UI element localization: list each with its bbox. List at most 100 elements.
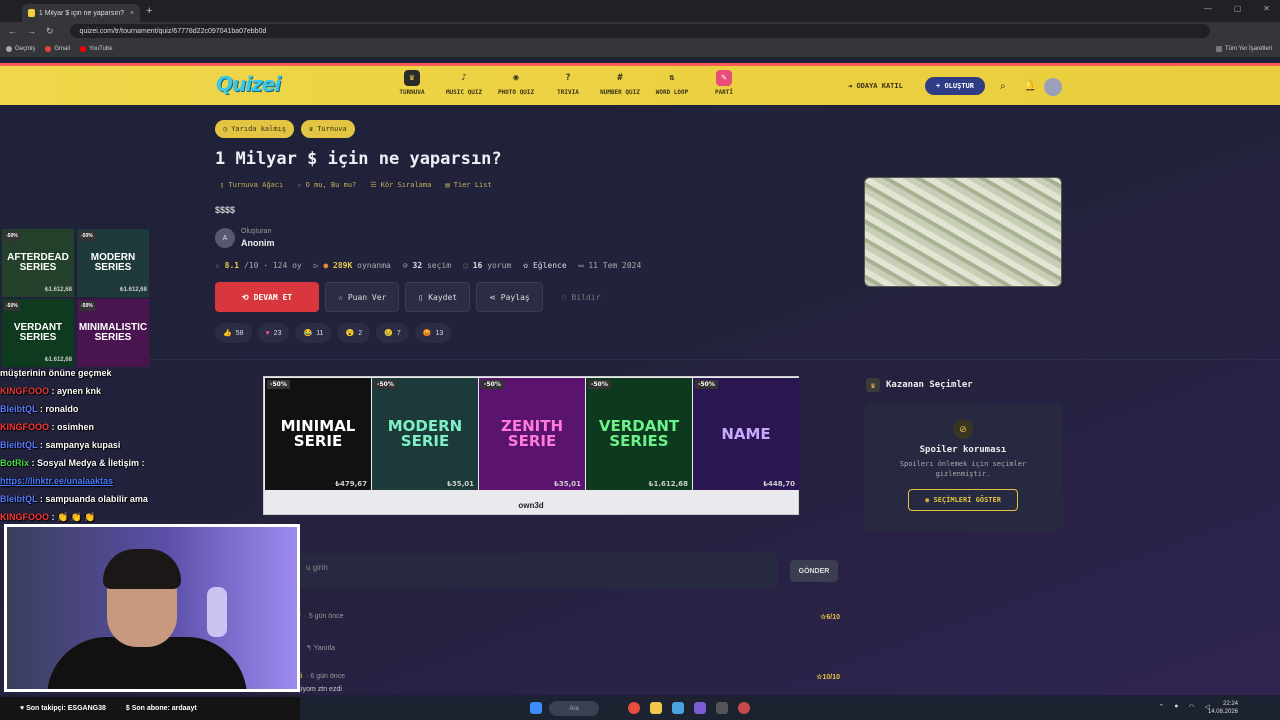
rate-button[interactable]: ☆ Puan Ver [325, 282, 400, 312]
back-icon[interactable]: ← [8, 26, 17, 36]
reaction-laugh[interactable]: 😂 11 [295, 323, 332, 343]
favicon-icon [28, 9, 35, 17]
nav-word-loop[interactable]: ⇅ WORD LOOP [646, 70, 698, 96]
reply-link[interactable]: ↰ Yanıtla [296, 644, 848, 652]
all-bookmarks[interactable]: Tüm Yer İşaretleri [1215, 45, 1272, 52]
chevron-up-icon[interactable]: ⌃ [1158, 703, 1164, 711]
new-tab-button[interactable]: + [146, 5, 152, 17]
comments-stat: ◌ 16 yorum [463, 261, 512, 270]
maximize-icon[interactable]: ▢ [1234, 4, 1242, 13]
youtube-icon [80, 45, 87, 52]
ad-product[interactable]: -50% VERDANT SERIES ₺1.612,68 [586, 378, 692, 490]
discount-badge: -50% [79, 301, 95, 311]
nav-label: PHOTO QUIZ [497, 89, 535, 96]
close-window-icon[interactable]: ✕ [1263, 4, 1270, 13]
minimize-icon[interactable]: — [1204, 4, 1212, 13]
bookmark-gmail[interactable]: Gmail [45, 45, 70, 52]
link-this-or-that[interactable]: ☆ O mu, Bu mu? [297, 181, 356, 189]
comment-input[interactable]: u girin [296, 553, 778, 589]
chat-text: : sampuanda olabilir ama [39, 494, 148, 504]
chat-message: BotRix : Sosyal Medya & İletişim : [0, 454, 205, 472]
mic-icon[interactable]: ● [1174, 703, 1178, 711]
nav-trivia[interactable]: ? TRIVIA [542, 70, 594, 96]
taskbar-search[interactable]: Ara [549, 701, 599, 716]
link-tier-list[interactable]: ▤ Tier List [445, 181, 491, 189]
camera-icon: ◉ [513, 73, 519, 83]
start-icon[interactable] [530, 702, 542, 714]
overlay-tile: -50% AFTERDEAD SERIES ₺1.612,68 [2, 229, 74, 297]
rating-stat: ☆ 8.1 /10 · 124 oy [215, 261, 302, 270]
ad-product[interactable]: -50% ZENITH SERIE ₺35,01 [479, 378, 585, 490]
browser-tab[interactable]: 1 Milyar $ için ne yaparsın? - Tur × [22, 4, 140, 22]
chrome-icon[interactable] [628, 702, 640, 714]
app-icon[interactable] [672, 702, 684, 714]
folder-icon[interactable] [650, 702, 662, 714]
reaction-love[interactable]: ♥ 23 [257, 323, 290, 343]
link-blind-ranking[interactable]: ☰ Kör Sıralama [370, 181, 431, 189]
ad-product[interactable]: -50% MODERN SERIE ₺35,01 [372, 378, 478, 490]
search-icon[interactable]: ⌕ [1000, 81, 1006, 92]
badge-label: Turnuva [317, 125, 347, 133]
streamer-hair [103, 549, 181, 589]
nav-tournament[interactable]: ♛ TURNUVA [386, 70, 438, 96]
history-icon [6, 45, 12, 52]
share-button[interactable]: ⋖ Paylaş [476, 282, 543, 312]
forward-icon[interactable]: → [27, 26, 36, 36]
bookmark-label: YouTube [89, 45, 113, 52]
chat-message: BleibtQL : ronaldo [0, 400, 205, 418]
reaction-sad[interactable]: 😢 7 [376, 323, 409, 343]
reaction-like[interactable]: 👍 58 [215, 323, 252, 343]
tab-title: 1 Milyar $ için ne yaparsın? - Tur [38, 9, 126, 17]
url-input[interactable]: quizei.com/tr/tournament/quiz/67778d22c0… [69, 24, 1210, 38]
join-room-link[interactable]: ⇥ ODAYA KATIL [848, 82, 903, 90]
chat-message: BleibtQL : sampuanda olabilir ama [0, 490, 205, 508]
comment-score: ☆6/10 [820, 614, 840, 621]
discord-icon[interactable] [694, 702, 706, 714]
nav-number-quiz[interactable]: # NUMBER QUIZ [594, 70, 646, 96]
creator-name[interactable]: Anonim [241, 238, 275, 248]
product-price: ₺479,67 [335, 480, 367, 488]
heart-icon: ♥ [265, 329, 270, 337]
record-icon[interactable] [738, 702, 750, 714]
bookmark-label: Geçmiş [15, 45, 36, 52]
obs-icon[interactable] [716, 702, 728, 714]
tile-name: AFTERDEAD SERIES [7, 252, 69, 273]
show-choices-button[interactable]: ◉ SEÇİMLERİ GÖSTER [908, 489, 1018, 511]
bell-icon[interactable]: 🔔 [1024, 81, 1036, 92]
user-avatar[interactable] [1044, 78, 1062, 96]
nav-music-quiz[interactable]: ♪ MUSIC QUIZ [438, 70, 490, 96]
music-note-icon: ♪ [461, 73, 467, 83]
save-button[interactable]: ▯ Kaydet [405, 282, 471, 312]
discount-badge: -50% [695, 380, 718, 389]
chat-message: müşterinin önüne geçmek [0, 364, 205, 382]
history-icon: ⟲ [241, 292, 249, 302]
spoiler-title: Spoiler koruması [919, 445, 1007, 455]
reaction-angry[interactable]: 😡 13 [414, 323, 452, 343]
quiz-description: $$$$ [215, 205, 236, 215]
ad-banner[interactable]: -50% MINIMAL SERIE ₺479,67 -50% MODERN SERIE… [263, 376, 799, 515]
close-tab-icon[interactable]: × [130, 10, 134, 17]
continue-button[interactable]: ⟲ DEVAM ET [215, 282, 319, 312]
bookmark-youtube[interactable]: YouTube [80, 45, 113, 52]
send-button[interactable]: GÖNDER [790, 560, 838, 582]
wifi-icon[interactable]: ◠ [1189, 703, 1195, 711]
link-icon: ⊘ [402, 261, 408, 270]
clock[interactable]: 22:24 14.08.2026 [1208, 700, 1238, 716]
ad-product[interactable]: -50% NAME ₺448,70 [693, 378, 799, 490]
bookmark-history[interactable]: Geçmiş [6, 45, 36, 52]
section-divider [0, 359, 1280, 360]
site-logo[interactable]: Quizei [216, 72, 281, 96]
create-button[interactable]: + OLUŞTUR [925, 77, 985, 95]
ad-product[interactable]: -50% MINIMAL SERIE ₺479,67 [265, 378, 371, 490]
nav-party[interactable]: ✎ PARTİ [698, 70, 750, 96]
category-icon: ✿ [523, 261, 529, 270]
link-bracket[interactable]: ▯ Turnuva Ağacı [220, 181, 283, 189]
nav-photo-quiz[interactable]: ◉ PHOTO QUIZ [490, 70, 542, 96]
category-stat[interactable]: ✿ Eğlence [523, 261, 566, 270]
chat-message: https://linktr.ee/unalaaktas [0, 472, 205, 490]
reload-icon[interactable]: ↻ [46, 26, 54, 37]
discount-badge: -50% [588, 380, 611, 389]
report-button[interactable]: ⚐ Bildir [549, 282, 614, 312]
reaction-wow[interactable]: 😮 2 [337, 323, 371, 343]
product-name: NAME [721, 424, 771, 443]
